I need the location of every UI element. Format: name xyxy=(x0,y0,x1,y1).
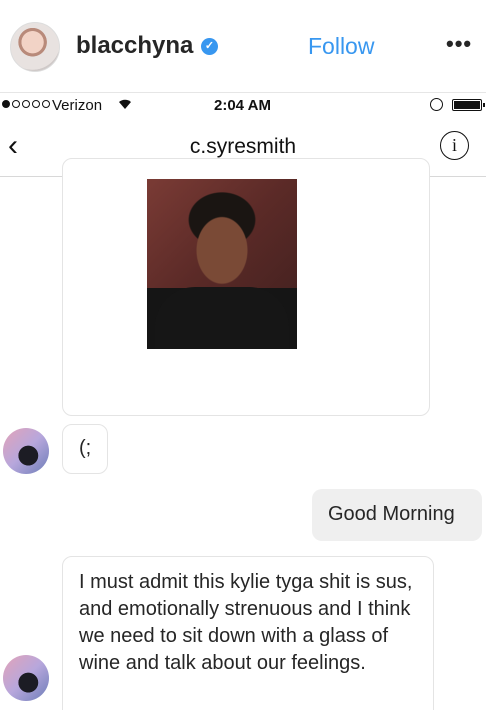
message-bubble-sent[interactable]: Good Morning xyxy=(312,489,482,541)
shared-photo[interactable] xyxy=(147,179,297,349)
message-bubble-received[interactable]: (; xyxy=(62,424,108,474)
wifi-icon xyxy=(119,99,131,109)
more-icon[interactable]: ••• xyxy=(446,32,472,56)
verified-icon: ✓ xyxy=(201,38,218,55)
message-bubble-received[interactable]: I must admit this kylie tyga shit is sus… xyxy=(62,556,434,710)
post-image: Verizon 2:04 AM ‹ c.syresmith i (; Good … xyxy=(0,92,486,710)
carrier-name: Verizon xyxy=(52,97,103,114)
post-header: blacchyna ✓ Follow ••• xyxy=(0,0,486,92)
follow-button[interactable]: Follow xyxy=(308,33,374,60)
username[interactable]: blacchyna xyxy=(76,32,193,60)
status-bar: Verizon 2:04 AM xyxy=(0,93,486,117)
photo-message[interactable] xyxy=(62,158,430,416)
info-icon[interactable]: i xyxy=(440,131,469,160)
sender-avatar[interactable] xyxy=(3,655,49,701)
sender-avatar[interactable] xyxy=(3,428,49,474)
message-thread[interactable]: (; Good Morning I must admit this kylie … xyxy=(0,158,486,710)
conversation-title: c.syresmith xyxy=(189,135,297,158)
lock-icon xyxy=(430,98,443,111)
status-time: 2:04 AM xyxy=(214,97,271,114)
battery-icon xyxy=(452,99,485,111)
signal-strength-icon xyxy=(2,100,50,110)
avatar[interactable] xyxy=(10,22,60,72)
